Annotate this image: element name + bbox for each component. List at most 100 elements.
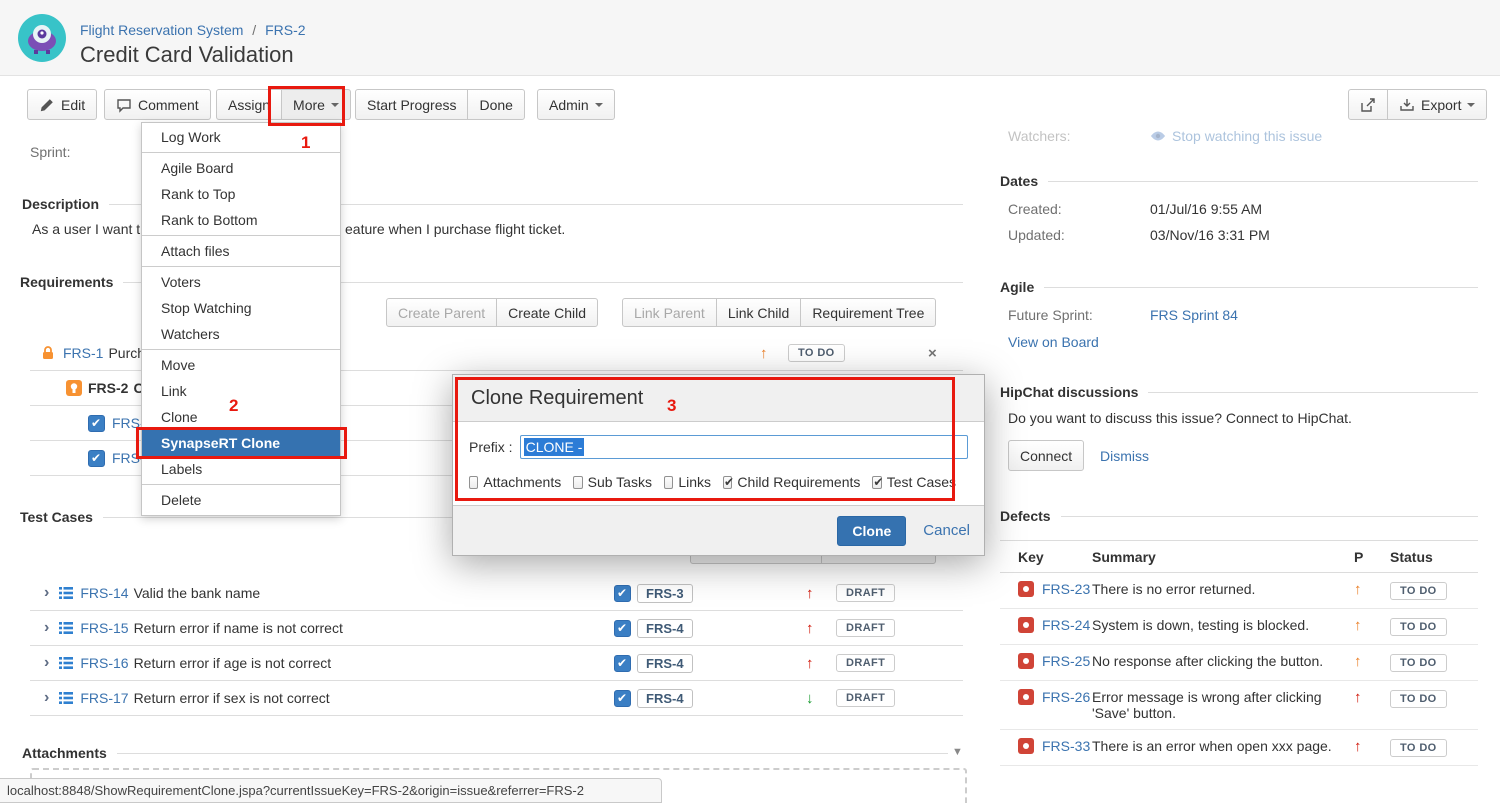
workflow-group: Start Progress Done [355, 89, 525, 120]
requirement-key-link[interactable]: FRS-1 [63, 345, 103, 361]
assign-button[interactable]: Assign [216, 89, 282, 120]
edit-button-group: Edit [27, 89, 97, 120]
checked-checkbox[interactable] [614, 620, 631, 637]
defects-heading: Defects [1000, 508, 1478, 524]
prefix-input[interactable]: CLONE - [520, 435, 968, 459]
link-child-button[interactable]: Link Child [716, 298, 801, 327]
sub-tasks-checkbox[interactable] [573, 476, 582, 489]
breadcrumb-project-link[interactable]: Flight Reservation System [80, 22, 243, 38]
menu-item-rank-to-bottom[interactable]: Rank to Bottom [142, 207, 340, 233]
menu-item-move[interactable]: Move [142, 352, 340, 378]
view-on-board-link[interactable]: View on Board [1008, 334, 1099, 350]
menu-item-stop-watching[interactable]: Stop Watching [142, 295, 340, 321]
chevron-down-icon [595, 103, 603, 107]
test-case-row: › FRS-17 Return error if sex is not corr… [30, 681, 963, 716]
priority-icon [760, 345, 768, 362]
defect-key-link[interactable]: FRS-23 [1042, 581, 1090, 597]
updated-value: 03/Nov/16 3:31 PM [1150, 227, 1270, 243]
watchers-label: Watchers: [1008, 128, 1071, 144]
menu-item-clone[interactable]: Clone [142, 404, 340, 430]
section-collapse-icon[interactable]: ▼ [952, 746, 963, 758]
menu-item-agile-board[interactable]: Agile Board [142, 155, 340, 181]
menu-item-attach-files[interactable]: Attach files [142, 238, 340, 264]
links-checkbox[interactable] [664, 476, 673, 489]
lock-icon [40, 345, 56, 361]
checked-checkbox[interactable] [614, 585, 631, 602]
dialog-title: Clone Requirement [471, 387, 643, 410]
status-badge: DRAFT [836, 584, 895, 602]
defect-summary: Error message is wrong after clicking 'S… [1092, 689, 1350, 721]
create-parent-button[interactable]: Create Parent [386, 298, 497, 327]
menu-item-rank-to-top[interactable]: Rank to Top [142, 181, 340, 207]
bug-icon [1018, 617, 1034, 633]
close-icon[interactable]: × [928, 345, 937, 362]
checked-checkbox[interactable] [88, 450, 105, 467]
defect-key-link[interactable]: FRS-24 [1042, 617, 1090, 633]
test-case-title: Return error if sex is not correct [134, 690, 330, 706]
expand-chevron-icon[interactable]: › [44, 654, 49, 672]
test-case-key-link[interactable]: FRS-15 [80, 620, 128, 636]
defect-key-link[interactable]: FRS-33 [1042, 738, 1090, 754]
menu-item-voters[interactable]: Voters [142, 269, 340, 295]
prefix-label: Prefix : [469, 439, 513, 455]
bug-icon [1018, 653, 1034, 669]
bug-icon [1018, 738, 1034, 754]
dates-heading: Dates [1000, 173, 1478, 189]
future-sprint-link[interactable]: FRS Sprint 84 [1150, 307, 1238, 323]
create-child-button[interactable]: Create Child [496, 298, 598, 327]
menu-divider [142, 349, 340, 350]
test-case-key-link[interactable]: FRS-17 [80, 690, 128, 706]
edit-button[interactable]: Edit [27, 89, 97, 120]
expand-chevron-icon[interactable]: › [44, 584, 49, 602]
bug-icon [1018, 689, 1034, 705]
requirement-tree-button[interactable]: Requirement Tree [800, 298, 936, 327]
test-case-key-link[interactable]: FRS-16 [80, 655, 128, 671]
defect-key-link[interactable]: FRS-26 [1042, 689, 1090, 705]
priority-icon [806, 585, 814, 602]
requirement-chip: FRS-4 [637, 619, 693, 638]
share-button[interactable] [1348, 89, 1388, 120]
expand-chevron-icon[interactable]: › [44, 619, 49, 637]
description-text-left: As a user I want t [32, 221, 140, 237]
checked-checkbox[interactable] [614, 690, 631, 707]
chevron-down-icon [331, 103, 339, 107]
stop-watching-link[interactable]: Stop watching this issue [1172, 128, 1322, 144]
admin-button[interactable]: Admin [537, 89, 615, 120]
start-progress-button[interactable]: Start Progress [355, 89, 468, 120]
eye-icon [1150, 128, 1166, 144]
connect-button[interactable]: Connect [1008, 440, 1084, 471]
menu-item-link[interactable]: Link [142, 378, 340, 404]
link-parent-button[interactable]: Link Parent [622, 298, 717, 327]
menu-item-delete[interactable]: Delete [142, 487, 340, 513]
defect-key-link[interactable]: FRS-25 [1042, 653, 1090, 669]
test-case-key-link[interactable]: FRS-14 [80, 585, 128, 601]
more-button[interactable]: More [281, 89, 351, 120]
menu-item-watchers[interactable]: Watchers [142, 321, 340, 347]
done-button[interactable]: Done [467, 89, 524, 120]
attachments-checkbox[interactable] [469, 476, 478, 489]
checked-checkbox[interactable] [88, 415, 105, 432]
priority-icon [1350, 738, 1390, 755]
menu-item-labels[interactable]: Labels [142, 456, 340, 482]
child-requirements-checkbox[interactable] [723, 476, 732, 489]
dialog-body: Prefix : CLONE - Attachments Sub Tasks L… [453, 422, 984, 505]
comment-button-group: Comment [104, 89, 211, 120]
agile-heading: Agile [1000, 279, 1478, 295]
menu-item-synapsert-clone[interactable]: SynapseRT Clone [142, 430, 340, 456]
defect-summary: System is down, testing is blocked. [1092, 617, 1350, 633]
expand-chevron-icon[interactable]: › [44, 689, 49, 707]
clone-button[interactable]: Clone [837, 516, 906, 546]
dismiss-link[interactable]: Dismiss [1100, 448, 1149, 464]
annotation-number-1: 1 [301, 133, 310, 153]
share-export-group: Export [1348, 89, 1487, 120]
breadcrumb-issue-link[interactable]: FRS-2 [265, 22, 305, 38]
export-button[interactable]: Export [1387, 89, 1487, 120]
issue-page: Flight Reservation System / FRS-2 Credit… [0, 0, 1500, 803]
checked-checkbox[interactable] [614, 655, 631, 672]
test-cases-checkbox[interactable] [872, 476, 881, 489]
cancel-link[interactable]: Cancel [923, 522, 970, 539]
comment-button[interactable]: Comment [104, 89, 211, 120]
defects-header-priority: P [1350, 549, 1390, 565]
prefix-selected-text: CLONE - [524, 438, 585, 456]
checkbox-label: Attachments [483, 474, 561, 490]
